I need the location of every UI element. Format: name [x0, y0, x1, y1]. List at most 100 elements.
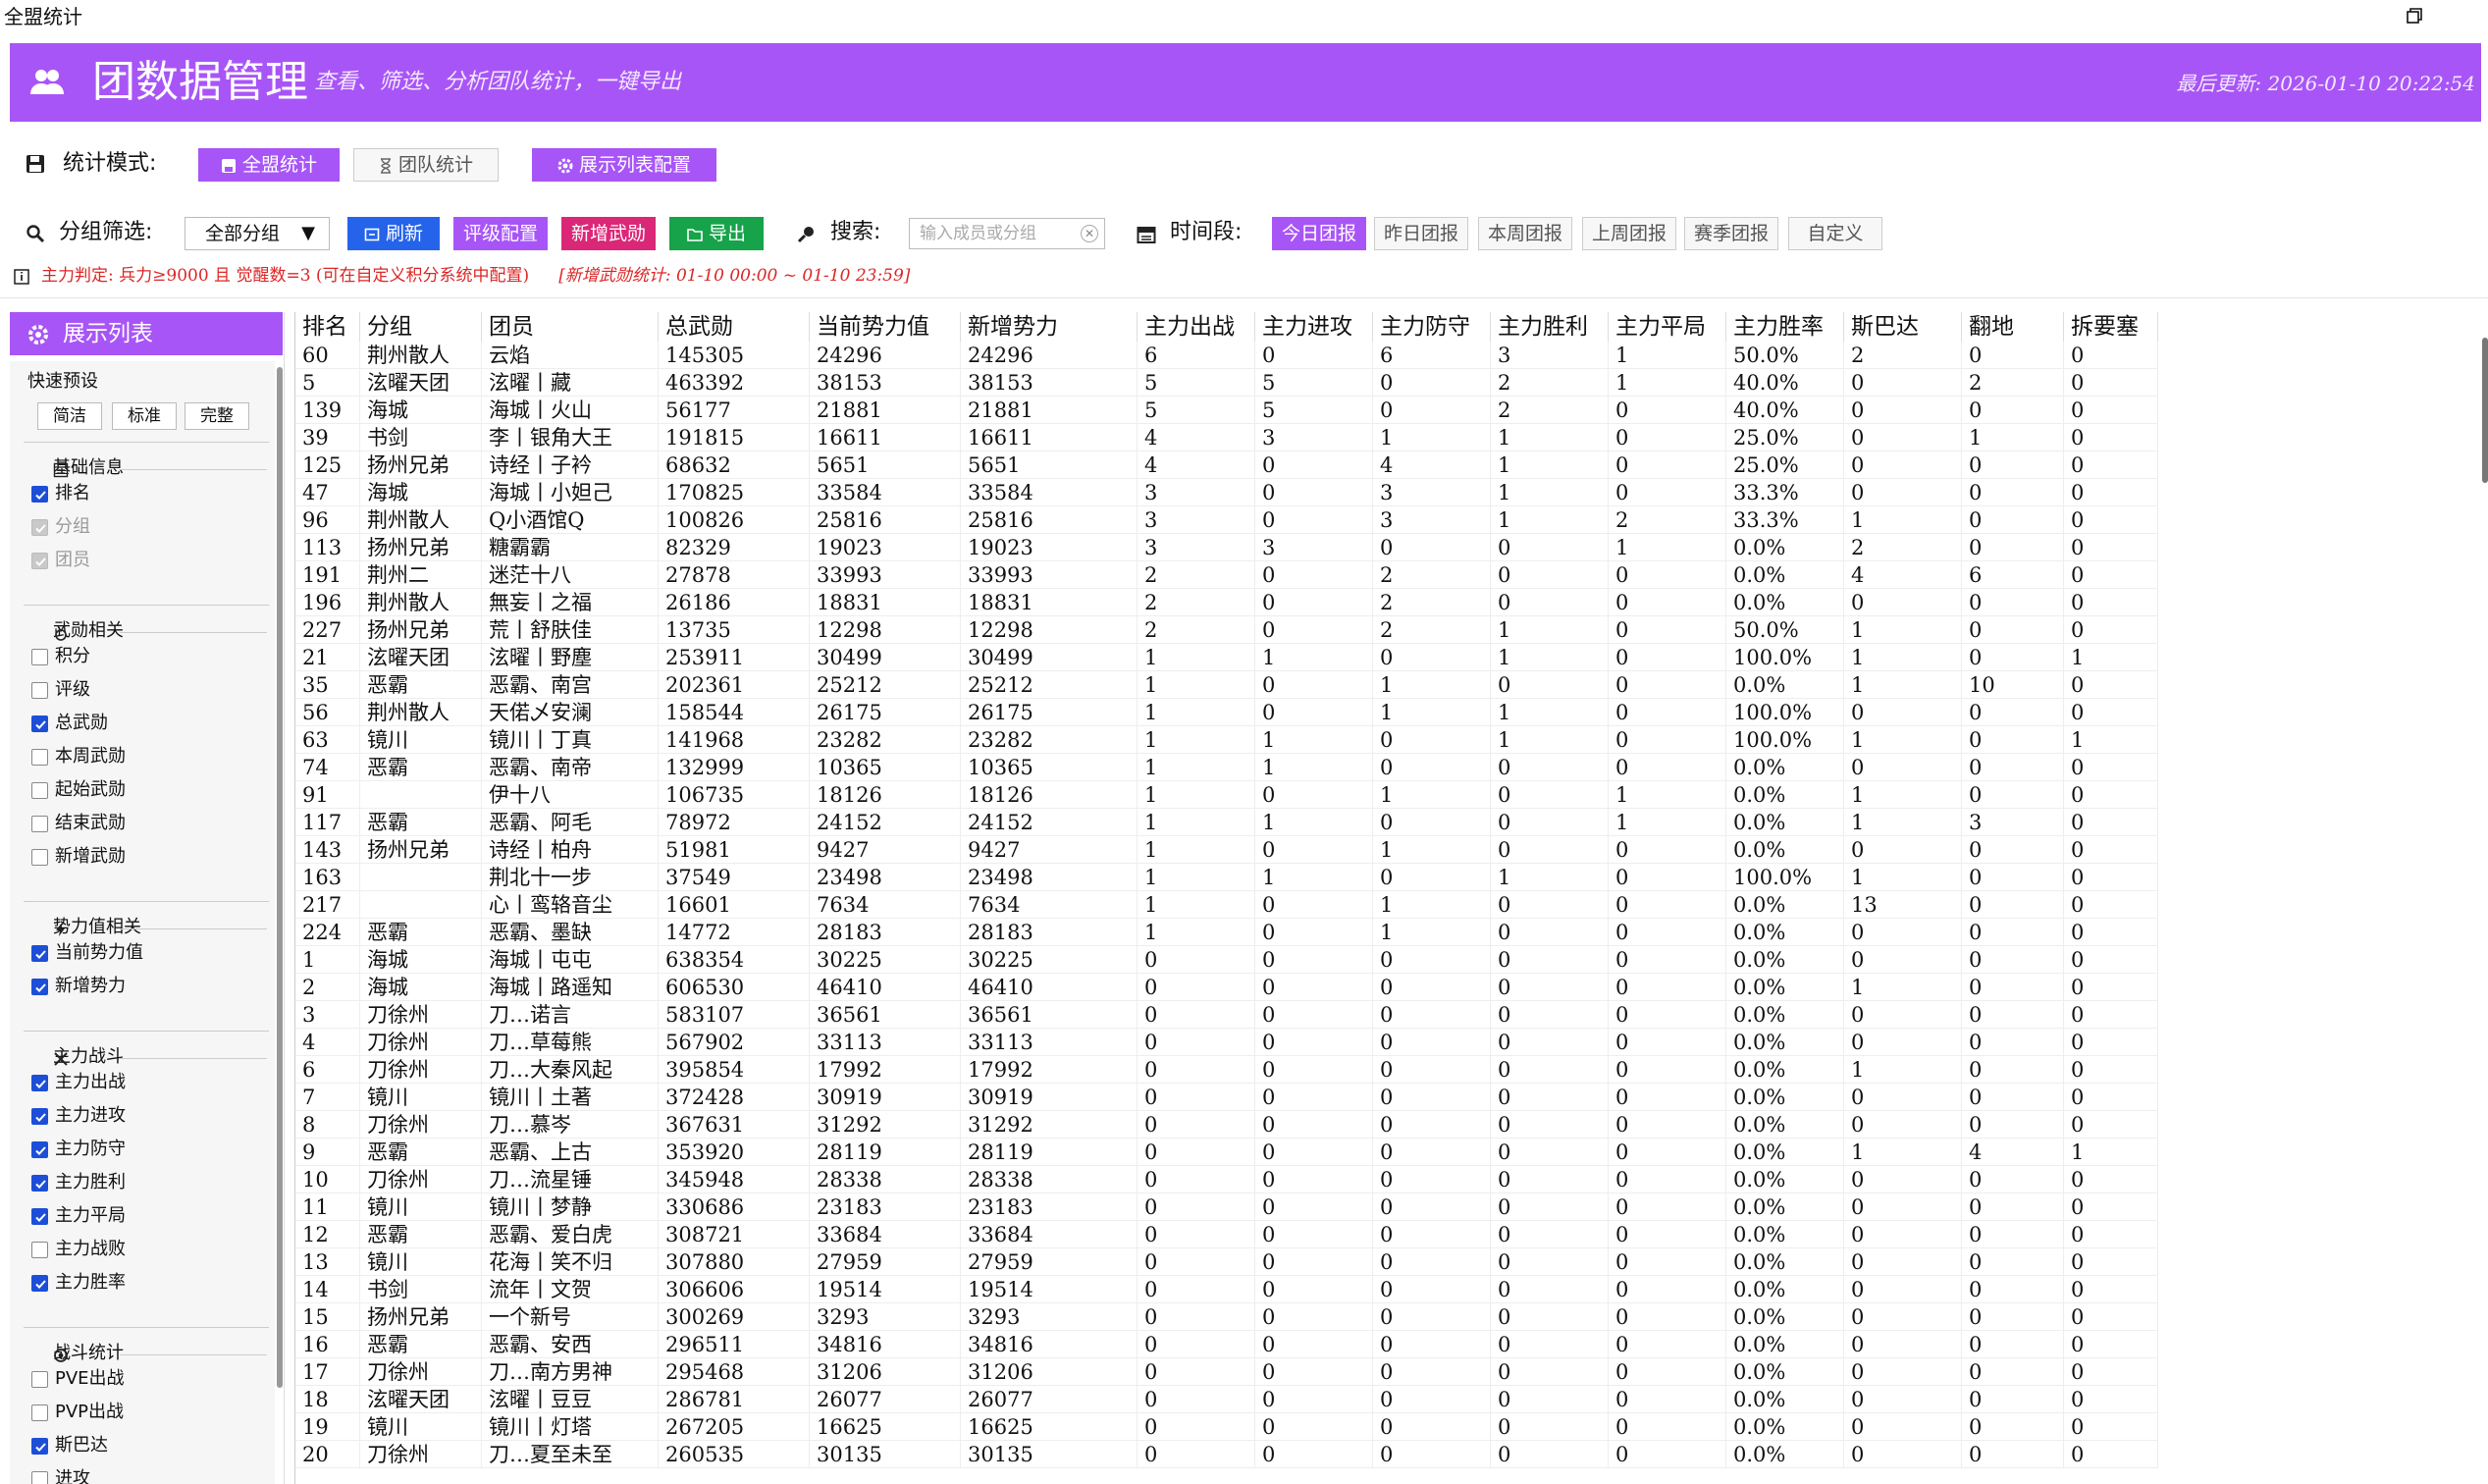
mode-all-button[interactable]: 全盟统计 — [198, 148, 340, 182]
table-row[interactable]: 10 刀徐州 刀…流星锤 345948 28338 28338 0 0 0 0 0 0.0% 0 0 0 — [295, 1166, 2158, 1193]
table-row[interactable]: 35 恶霸 恶霸、南宫 202361 25212 25212 1 0 1 0 0 0.0% 1 10 0 — [295, 671, 2158, 699]
column-checkbox[interactable]: 斯巴达 — [31, 1433, 108, 1458]
column-checkbox[interactable]: 主力战败 — [31, 1237, 126, 1262]
table-row[interactable]: 17 刀徐州 刀…南方男神 295468 31206 31206 0 0 0 0 0 0.0% 0 0 0 — [295, 1358, 2158, 1386]
column-header[interactable]: 主力出战 — [1138, 312, 1255, 342]
column-checkbox[interactable]: 积分 — [31, 644, 90, 669]
table-row[interactable]: 12 恶霸 恶霸、爱白虎 308721 33684 33684 0 0 0 0 0 0.0% 0 0 0 — [295, 1221, 2158, 1248]
clear-search-icon[interactable]: ✕ — [1081, 225, 1098, 242]
search-input[interactable]: 输入成员或分组 ✕ — [909, 218, 1105, 249]
table-scrollbar[interactable] — [2482, 338, 2488, 483]
column-checkbox[interactable]: 结束武勋 — [31, 811, 126, 836]
table-row[interactable]: 20 刀徐州 刀…夏至未至 260535 30135 30135 0 0 0 0 0 0.0% 0 0 0 — [295, 1441, 2158, 1468]
column-checkbox[interactable]: 本周武勋 — [31, 744, 126, 769]
period-lastweek-button[interactable]: 上周团报 — [1582, 217, 1676, 250]
group-filter-select[interactable]: 全部分组 ▼ — [185, 217, 330, 250]
column-header[interactable]: 斯巴达 — [1844, 312, 1962, 342]
side-scrollbar[interactable] — [277, 367, 283, 1388]
column-checkbox[interactable]: 主力进攻 — [31, 1103, 126, 1129]
column-checkbox[interactable]: PVP出战 — [31, 1400, 124, 1425]
table-row[interactable]: 139 海城 海城丨火山 56177 21881 21881 5 5 0 2 0 40.0% 0 0 0 — [295, 397, 2158, 424]
table-row[interactable]: 21 泫曜天团 泫曜丨野塵 253911 30499 30499 1 1 0 1 0 100.0% 1 0… — [295, 644, 2158, 671]
table-row[interactable]: 196 荆州散人 無妄丨之福 26186 18831 18831 2 0 2 0 0 0.0% 0 0 0 — [295, 589, 2158, 616]
table-row[interactable]: 217 心丨鸾辂音尘 16601 7634 7634 1 0 1 0 0 0.0% 13 0 0 — [295, 891, 2158, 919]
column-checkbox[interactable]: 排名 — [31, 481, 90, 506]
column-checkbox[interactable]: 新增势力 — [31, 974, 126, 999]
preset-full-button[interactable]: 完整 — [185, 402, 249, 430]
column-checkbox[interactable]: PVE出战 — [31, 1366, 125, 1392]
table-row[interactable]: 60 荆州散人 云焰 145305 24296 24296 6 0 6 3 1 50.0% 2 0 0 — [295, 342, 2158, 369]
table-row[interactable]: 39 书剑 李丨银角大王 191815 16611 16611 4 3 1 1 0 25.0% 0 1 0 — [295, 424, 2158, 451]
table-row[interactable]: 18 泫曜天团 泫曜丨豆豆 286781 26077 26077 0 0 0 0 0 0.0% 0 0 0 — [295, 1386, 2158, 1413]
table-row[interactable]: 13 镜川 花海丨笑不归 307880 27959 27959 0 0 0 0 0 0.0% 0 0 0 — [295, 1248, 2158, 1276]
column-header[interactable]: 主力防守 — [1373, 312, 1491, 342]
column-header[interactable]: 团员 — [482, 312, 659, 342]
column-header[interactable]: 主力胜利 — [1491, 312, 1609, 342]
column-checkbox[interactable]: 主力出战 — [31, 1070, 126, 1095]
preset-simple-button[interactable]: 简洁 — [37, 402, 102, 430]
refresh-button[interactable]: 刷新 — [347, 217, 440, 250]
column-checkbox[interactable]: 主力防守 — [31, 1137, 126, 1162]
table-row[interactable]: 4 刀徐州 刀…草莓熊 567902 33113 33113 0 0 0 0 0 0.0% 0 0 0 — [295, 1029, 2158, 1056]
column-header[interactable]: 当前势力值 — [810, 312, 961, 342]
column-checkbox[interactable]: 总武勋 — [31, 711, 108, 736]
period-today-button[interactable]: 今日团报 — [1272, 217, 1366, 250]
table-row[interactable]: 227 扬州兄弟 荒丨舒肤佳 13735 12298 12298 2 0 2 1 0 50.0% 1 0 0 — [295, 616, 2158, 644]
column-header[interactable]: 主力平局 — [1609, 312, 1726, 342]
period-custom-button[interactable]: 自定义 — [1788, 217, 1882, 250]
column-checkbox[interactable]: 当前势力值 — [31, 940, 143, 966]
table-row[interactable]: 56 荆州散人 天偌乄安澜 158544 26175 26175 1 0 1 1 0 100.0% 0 0… — [295, 699, 2158, 726]
column-header[interactable]: 主力进攻 — [1255, 312, 1373, 342]
column-header[interactable]: 排名 — [295, 312, 360, 342]
period-season-button[interactable]: 赛季团报 — [1684, 217, 1778, 250]
table-row[interactable]: 91 伊十八 106735 18126 18126 1 0 1 0 1 0.0% 1 0 0 — [295, 781, 2158, 809]
table-row[interactable]: 8 刀徐州 刀…慕岑 367631 31292 31292 0 0 0 0 0 0.0% 0 0 0 — [295, 1111, 2158, 1139]
column-header[interactable]: 新增势力 — [961, 312, 1138, 342]
table-row[interactable]: 63 镜川 镜川丨丁真 141968 23282 23282 1 1 0 1 0 100.0% 1 0 1 — [295, 726, 2158, 754]
table-row[interactable]: 9 恶霸 恶霸、上古 353920 28119 28119 0 0 0 0 0 0.0% 1 4 1 — [295, 1139, 2158, 1166]
table-row[interactable]: 15 扬州兄弟 一个新号 300269 3293 3293 0 0 0 0 0 0.0% 0 0 0 — [295, 1303, 2158, 1331]
rating-config-button[interactable]: 评级配置 — [453, 217, 548, 250]
column-header[interactable]: 翻地 — [1962, 312, 2064, 342]
column-checkbox[interactable]: 新增武勋 — [31, 844, 126, 870]
column-checkbox[interactable]: 进攻 — [31, 1466, 90, 1484]
column-checkbox: 团员 — [31, 548, 90, 573]
table-row[interactable]: 143 扬州兄弟 诗经丨柏舟 51981 9427 9427 1 0 1 0 0 0.0% 0 0 0 — [295, 836, 2158, 864]
preset-standard-button[interactable]: 标准 — [112, 402, 177, 430]
table-row[interactable]: 6 刀徐州 刀…大秦风起 395854 17992 17992 0 0 0 0 0 0.0% 1 0 0 — [295, 1056, 2158, 1084]
column-checkbox[interactable]: 评级 — [31, 677, 90, 703]
column-checkbox[interactable]: 主力平局 — [31, 1203, 126, 1229]
table-row[interactable]: 96 荆州散人 Q小酒馆Q 100826 25816 25816 3 0 3 1 2 33.3% 1 0 0 — [295, 506, 2158, 534]
add-wuxun-button[interactable]: 新增武勋 — [561, 217, 656, 250]
table-row[interactable]: 11 镜川 镜川丨梦静 330686 23183 23183 0 0 0 0 0 0.0% 0 0 0 — [295, 1193, 2158, 1221]
column-header[interactable]: 主力胜率 — [1726, 312, 1844, 342]
period-thisweek-button[interactable]: 本周团报 — [1478, 217, 1572, 250]
column-checkbox[interactable]: 主力胜率 — [31, 1270, 126, 1296]
table-row[interactable]: 16 恶霸 恶霸、安西 296511 34816 34816 0 0 0 0 0 0.0% 0 0 0 — [295, 1331, 2158, 1358]
table-row[interactable]: 74 恶霸 恶霸、南帝 132999 10365 10365 1 1 0 0 0 0.0% 0 0 0 — [295, 754, 2158, 781]
table-row[interactable]: 191 荆州二 迷茫十八 27878 33993 33993 2 0 2 0 0 0.0% 4 6 0 — [295, 561, 2158, 589]
table-row[interactable]: 117 恶霸 恶霸、阿毛 78972 24152 24152 1 1 0 0 1 0.0% 1 3 0 — [295, 809, 2158, 836]
display-config-button[interactable]: 展示列表配置 — [532, 148, 716, 182]
table-row[interactable]: 163 荆北十一步 37549 23498 23498 1 1 0 1 0 100.0% 1 0 0 — [295, 864, 2158, 891]
column-checkbox[interactable]: 起始武勋 — [31, 777, 126, 803]
table-row[interactable]: 125 扬州兄弟 诗经丨子衿 68632 5651 5651 4 0 4 1 0 25.0% 0 0 0 — [295, 451, 2158, 479]
table-row[interactable]: 47 海城 海城丨小妲己 170825 33584 33584 3 0 3 1 0 33.3% 0 0 0 — [295, 479, 2158, 506]
column-header[interactable]: 拆要塞 — [2064, 312, 2158, 342]
table-row[interactable]: 14 书剑 流年丨文贺 306606 19514 19514 0 0 0 0 0 0.0% 0 0 0 — [295, 1276, 2158, 1303]
column-header[interactable]: 总武勋 — [659, 312, 810, 342]
table-row[interactable]: 3 刀徐州 刀…诺言 583107 36561 36561 0 0 0 0 0 0.0% 0 0 0 — [295, 1001, 2158, 1029]
table-row[interactable]: 113 扬州兄弟 糖霸霸 82329 19023 19023 3 3 0 0 1 0.0% 2 0 0 — [295, 534, 2158, 561]
table-row[interactable]: 1 海城 海城丨屯屯 638354 30225 30225 0 0 0 0 0 0.0% 0 0 0 — [295, 946, 2158, 974]
table-row[interactable]: 7 镜川 镜川丨土著 372428 30919 30919 0 0 0 0 0 0.0% 0 0 0 — [295, 1084, 2158, 1111]
table-row[interactable]: 19 镜川 镜川丨灯塔 267205 16625 16625 0 0 0 0 0 0.0% 0 0 0 — [295, 1413, 2158, 1441]
column-header[interactable]: 分组 — [360, 312, 482, 342]
period-yesterday-button[interactable]: 昨日团报 — [1374, 217, 1468, 250]
restore-window-icon[interactable] — [2402, 5, 2427, 30]
column-checkbox[interactable]: 主力胜利 — [31, 1170, 126, 1195]
table-row[interactable]: 5 泫曜天团 泫曜丨藏 463392 38153 38153 5 5 0 2 1 40.0% 0 2 0 — [295, 369, 2158, 397]
table-row[interactable]: 2 海城 海城丨路遥知 606530 46410 46410 0 0 0 0 0 0.0% 1 0 0 — [295, 974, 2158, 1001]
export-button[interactable]: 导出 — [669, 217, 764, 250]
table-row[interactable]: 224 恶霸 恶霸、墨缺 14772 28183 28183 1 0 1 0 0 0.0% 0 0 0 — [295, 919, 2158, 946]
mode-team-button[interactable]: 团队统计 — [353, 148, 499, 182]
